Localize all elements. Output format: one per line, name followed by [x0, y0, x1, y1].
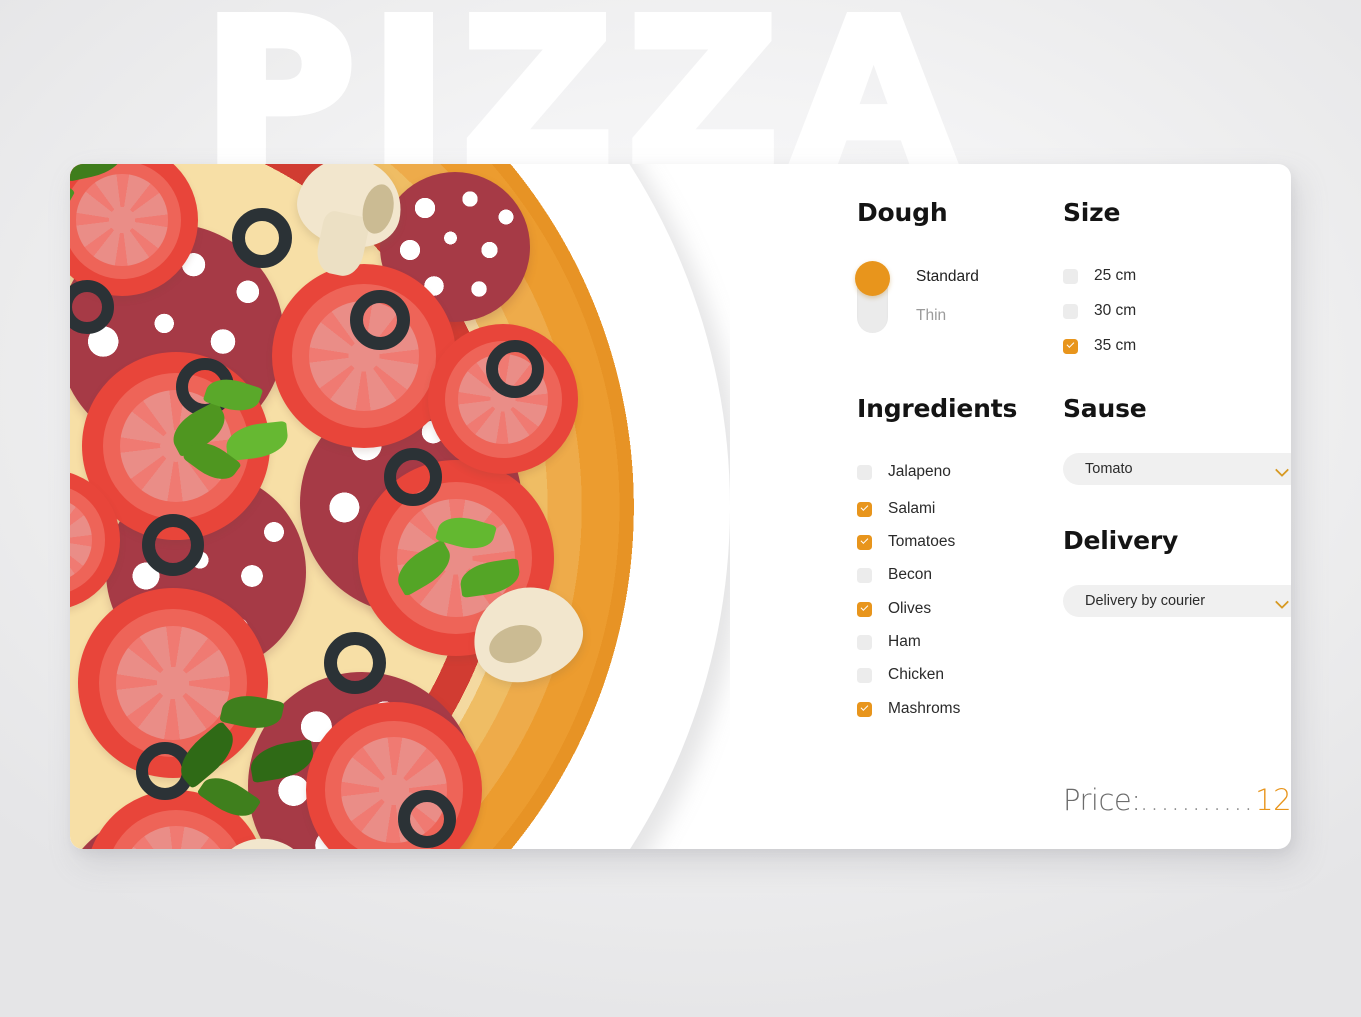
sause-heading: Sause: [1063, 394, 1147, 423]
size-label-25cm: 25 cm: [1094, 267, 1137, 284]
price-value: 12$: [1255, 783, 1291, 817]
price-dot-leader: ......................: [1139, 783, 1257, 817]
price-line: Price: ...................... 12$: [1063, 783, 1291, 817]
size-option-35cm[interactable]: 35 cm: [1063, 337, 1136, 355]
ingredient-label-becon: Becon: [888, 566, 932, 583]
delivery-heading: Delivery: [1063, 526, 1179, 555]
parsley-topping: [388, 510, 538, 642]
size-label-30cm: 30 cm: [1094, 302, 1137, 319]
checkbox-tomatoes[interactable]: [857, 534, 872, 550]
chevron-down-icon[interactable]: [1276, 597, 1289, 605]
ingredient-jalapeno[interactable]: Jalapeno: [857, 463, 951, 481]
ingredient-salami[interactable]: Salami: [857, 500, 935, 518]
ingredient-label-olives: Olives: [888, 600, 932, 617]
ingredient-mashroms[interactable]: Mashroms: [857, 700, 960, 718]
size-option-25cm[interactable]: 25 cm: [1063, 267, 1136, 285]
order-form: Dough Standard Thin Size 25 cm 30 cm 35 …: [730, 164, 1291, 849]
parsley-topping: [166, 690, 336, 840]
checkbox-35cm[interactable]: [1063, 338, 1078, 354]
checkbox-olives[interactable]: [857, 601, 872, 617]
pizza-order-card: Dough Standard Thin Size 25 cm 30 cm 35 …: [70, 164, 1291, 849]
parsley-topping: [160, 372, 310, 502]
sause-select[interactable]: Tomato: [1063, 453, 1291, 485]
checkbox-25cm[interactable]: [1063, 268, 1078, 284]
ingredient-becon[interactable]: Becon: [857, 566, 932, 584]
checkbox-mashroms[interactable]: [857, 701, 872, 717]
pizza-disc: [70, 164, 730, 849]
size-option-30cm[interactable]: 30 cm: [1063, 302, 1136, 320]
dough-option-thin[interactable]: Thin: [916, 307, 946, 325]
size-heading: Size: [1063, 198, 1121, 227]
ingredient-label-salami: Salami: [888, 500, 936, 517]
chevron-down-icon[interactable]: [1276, 465, 1289, 473]
checkbox-jalapeno[interactable]: [857, 464, 872, 480]
ingredient-tomatoes[interactable]: Tomatoes: [857, 533, 955, 551]
dough-option-standard[interactable]: Standard: [916, 268, 979, 286]
parsley-topping: [70, 164, 148, 238]
checkbox-chicken[interactable]: [857, 667, 872, 683]
ingredients-heading: Ingredients: [857, 394, 1018, 423]
pizza-illustration: [70, 164, 730, 849]
ingredient-label-mashroms: Mashroms: [888, 700, 961, 717]
ingredient-label-tomatoes: Tomatoes: [888, 533, 956, 550]
dough-heading: Dough: [857, 198, 948, 227]
checkbox-salami[interactable]: [857, 501, 872, 517]
ingredient-chicken[interactable]: Chicken: [857, 666, 944, 684]
delivery-selected-value: Delivery by courier: [1085, 593, 1206, 609]
dough-toggle-knob[interactable]: [855, 261, 890, 296]
checkbox-ham[interactable]: [857, 634, 872, 650]
delivery-select[interactable]: Delivery by courier: [1063, 585, 1291, 617]
ingredient-olives[interactable]: Olives: [857, 600, 931, 618]
checkbox-30cm[interactable]: [1063, 303, 1078, 319]
size-label-35cm: 35 cm: [1094, 337, 1137, 354]
ingredient-label-chicken: Chicken: [888, 666, 944, 683]
sause-selected-value: Tomato: [1085, 461, 1133, 477]
price-label: Price:: [1063, 783, 1141, 817]
checkbox-becon[interactable]: [857, 567, 872, 583]
ingredient-label-jalapeno: Jalapeno: [888, 463, 951, 480]
ingredient-ham[interactable]: Ham: [857, 633, 921, 651]
dough-toggle[interactable]: [855, 261, 890, 333]
ingredient-label-ham: Ham: [888, 633, 921, 650]
